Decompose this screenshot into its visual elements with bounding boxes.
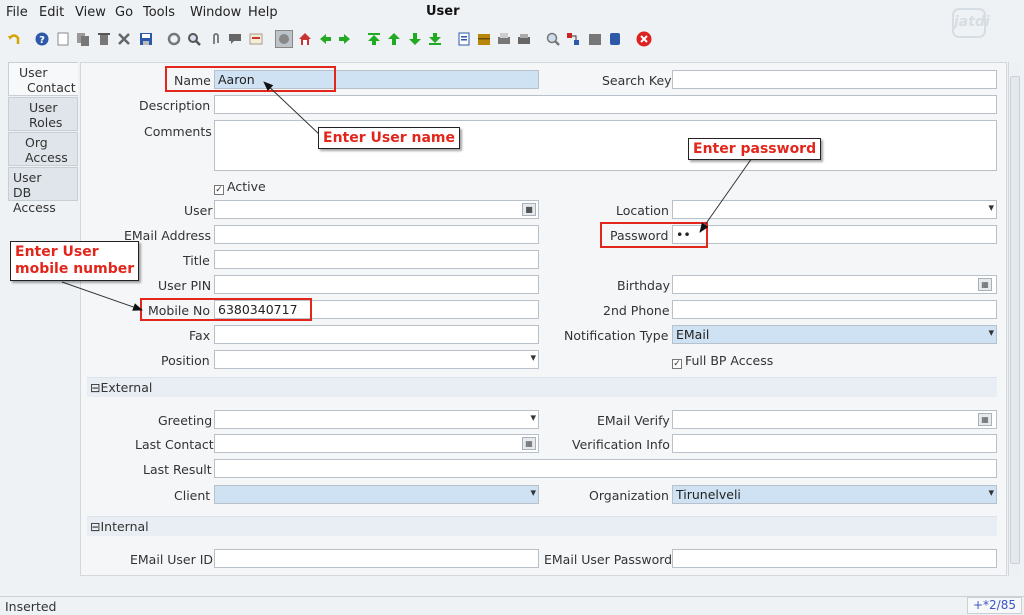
callout-mobile-line1: Enter User bbox=[15, 244, 99, 260]
record-position[interactable]: +*2/85 bbox=[967, 597, 1022, 614]
callout-password: Enter password bbox=[688, 138, 822, 160]
callout-user-name: Enter User name bbox=[318, 127, 460, 149]
callout-mobile-number: Enter User mobile number bbox=[10, 241, 140, 281]
status-bar: Inserted bbox=[0, 596, 1024, 615]
status-text: Inserted bbox=[5, 599, 57, 614]
annotation-arrows bbox=[61, 81, 753, 311]
callout-mobile-line2: mobile number bbox=[15, 261, 135, 277]
